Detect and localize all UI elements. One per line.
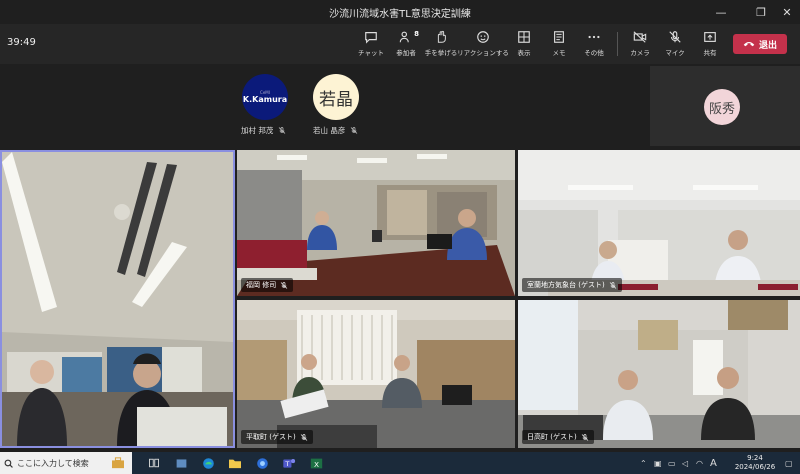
teams-icon[interactable]: T xyxy=(281,455,297,471)
mic-button[interactable]: マイク xyxy=(658,28,692,62)
svg-text:T: T xyxy=(284,459,289,467)
system-clock[interactable]: 9:24 2024/06/26 xyxy=(730,454,780,472)
video-tile-fukuoka[interactable]: 福岡 修司 xyxy=(237,150,515,296)
notification-icon[interactable]: ▢ xyxy=(785,452,793,474)
edge-icon[interactable] xyxy=(200,455,216,471)
camera-button[interactable]: カメラ xyxy=(623,28,657,62)
camera-off-icon xyxy=(633,31,647,43)
video-tile-main[interactable] xyxy=(0,150,235,448)
meeting-timer: 39:49 xyxy=(7,37,36,48)
app-icon[interactable] xyxy=(173,455,189,471)
teams-meeting-window: 沙流川流域水害TL意思決定訓練 — ❐ ✕ 39:49 チャット 8 参加者 手… xyxy=(0,0,800,474)
video-feed-image xyxy=(518,300,800,448)
avatar-wakayama[interactable]: 若晶 xyxy=(313,74,359,120)
video-feed-image xyxy=(2,152,233,446)
meeting-toolbar: 39:49 チャット 8 参加者 手を挙げる リアクションする 表示 メモ その… xyxy=(0,24,800,64)
participant-name-wakayama: 若山 晶彦 xyxy=(313,125,358,136)
mic-off-icon xyxy=(669,31,681,43)
phone-hangup-icon xyxy=(743,41,755,47)
mic-off-icon xyxy=(351,127,358,134)
svg-text:X: X xyxy=(314,459,319,468)
mic-off-icon xyxy=(280,281,288,289)
title-bar: 沙流川流域水害TL意思決定訓練 — ❐ ✕ xyxy=(0,0,800,24)
chevron-up-icon[interactable]: ⌃ xyxy=(640,452,647,474)
mic-off-icon xyxy=(300,433,307,441)
close-icon[interactable]: ✕ xyxy=(772,0,800,24)
chat-button[interactable]: チャット xyxy=(354,28,388,62)
ime-indicator[interactable]: A xyxy=(710,452,717,474)
video-tile-biratori[interactable]: 平取町 (ゲスト) xyxy=(237,300,515,448)
video-tile-muroran-weather[interactable]: 室蘭地方気象台 (ゲスト) xyxy=(518,150,800,296)
more-icon xyxy=(588,35,600,39)
smiley-icon xyxy=(477,31,489,43)
participant-label: 福岡 修司 xyxy=(241,278,294,292)
folder-icon[interactable] xyxy=(227,455,243,471)
raise-hand-button[interactable]: 手を挙げる xyxy=(424,28,458,62)
notes-button[interactable]: メモ xyxy=(542,28,576,62)
volume-icon[interactable]: ◁ xyxy=(682,452,688,474)
task-view-icon[interactable] xyxy=(146,455,162,471)
participant-name-kamura: 加村 邦茂 xyxy=(241,125,286,136)
minimize-icon[interactable]: — xyxy=(706,0,736,24)
more-button[interactable]: その他 xyxy=(577,28,611,62)
video-tile-hidaka[interactable]: 日高町 (ゲスト) xyxy=(518,300,800,448)
browser-icon[interactable] xyxy=(254,455,270,471)
participants-count: 8 xyxy=(414,30,419,38)
video-feed-image xyxy=(237,150,515,296)
windows-taskbar: ここに入力して検索 T X ⌃ ▣ ▭ ◁ ◠ A 9:24 2024/06/2… xyxy=(0,452,800,474)
view-button[interactable]: 表示 xyxy=(507,28,541,62)
mic-off-icon xyxy=(581,433,588,441)
notes-icon xyxy=(554,31,564,43)
people-icon xyxy=(399,31,409,43)
excel-icon[interactable]: X xyxy=(308,455,324,471)
chat-icon xyxy=(365,32,377,44)
reactions-button[interactable]: リアクションする xyxy=(457,28,509,62)
search-icon xyxy=(4,459,13,468)
avatar-hanshu: 阪秀 xyxy=(704,89,740,125)
video-feed-image xyxy=(237,300,515,448)
share-button[interactable]: 共有 xyxy=(693,28,727,62)
participants-button[interactable]: 8 参加者 xyxy=(389,28,423,62)
mic-off-icon xyxy=(279,127,286,134)
toolbar-divider xyxy=(617,32,618,56)
participant-label: 室蘭地方気象台 (ゲスト) xyxy=(522,278,622,292)
participant-label: 平取町 (ゲスト) xyxy=(241,430,313,444)
avatar-kamura[interactable]: CeMI K.Kamura xyxy=(242,74,288,120)
video-feed-image xyxy=(518,150,800,296)
share-icon xyxy=(704,32,716,42)
hand-icon xyxy=(437,30,446,43)
briefcase-icon[interactable] xyxy=(110,455,126,471)
network-icon[interactable]: ▣ xyxy=(654,452,662,474)
participant-label: 日高町 (ゲスト) xyxy=(522,430,594,444)
wifi-icon[interactable]: ◠ xyxy=(696,452,703,474)
grid-icon xyxy=(518,31,530,43)
window-title: 沙流川流域水害TL意思決定訓練 xyxy=(329,8,471,20)
mic-off-icon xyxy=(609,281,616,289)
leave-button[interactable]: 退出 xyxy=(733,34,787,54)
battery-icon[interactable]: ▭ xyxy=(668,452,676,474)
